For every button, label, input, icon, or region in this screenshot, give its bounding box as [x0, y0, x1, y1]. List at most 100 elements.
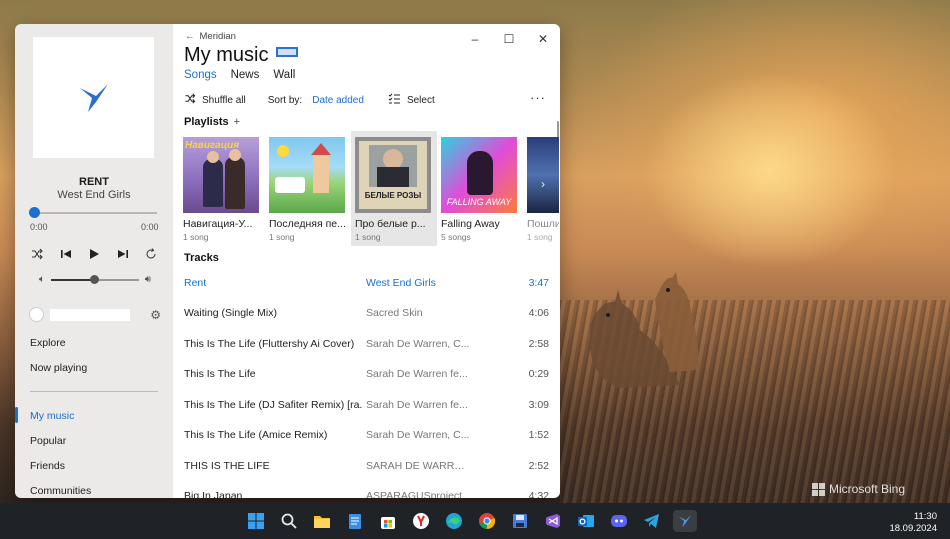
close-icon[interactable]: ✕ [526, 29, 560, 49]
sidebar-divider [30, 391, 158, 392]
track-artist[interactable]: Sarah De Warren, C... [366, 429, 470, 441]
track-row[interactable]: Big In Japan ASPARAGUSproject 4:32 [173, 480, 559, 498]
playlist-card[interactable]: Последняя пе... 1 song [265, 131, 351, 246]
playlist-count: 1 song [269, 232, 295, 242]
meridian-icon[interactable] [673, 510, 697, 532]
track-row-playing[interactable]: Rent West End Girls 3:47 [173, 267, 559, 297]
maximize-icon[interactable]: ☐ [492, 29, 526, 49]
playlist-cover-text: FALLING AWAY [446, 197, 512, 207]
tracks-heading: Tracks [184, 252, 219, 264]
track-artist[interactable]: Sarah De Warren, C... [366, 338, 470, 350]
volume-thumb[interactable] [90, 274, 100, 284]
track-artist[interactable]: ASPARAGUSproject [366, 490, 470, 498]
playlist-cover: БЕЛЫЕ РОЗЫ [355, 137, 431, 213]
track-row[interactable]: This Is The Life (Amice Remix) Sarah De … [173, 419, 559, 449]
sidebar-item-popular[interactable]: Popular [30, 435, 66, 447]
playlist-count: 1 song [527, 232, 553, 242]
visual-studio-icon[interactable] [541, 510, 565, 532]
back-button[interactable]: ← Meridian [185, 31, 236, 42]
album-art [33, 37, 154, 158]
sort-by-label: Sort by: [267, 94, 303, 106]
add-playlist-icon[interactable]: + [234, 116, 240, 128]
playlist-name: Пошли... [527, 218, 559, 230]
playlists-row: Навигация Навигация-У... 1 song Последня… [173, 131, 559, 246]
playlist-card[interactable]: FALLING AWAY Falling Away 5 songs [437, 131, 523, 246]
notepad-icon[interactable] [343, 510, 367, 532]
track-artist[interactable]: Sarah De Warren fe... [366, 368, 470, 380]
outlook-icon[interactable] [574, 510, 598, 532]
shuffle-all-icon [184, 93, 196, 107]
account-name-redacted [50, 308, 130, 321]
volume-max-icon[interactable]: 🔊︎ [145, 274, 151, 285]
track-duration: 4:06 [528, 307, 549, 319]
track-duration: 3:47 [528, 277, 549, 289]
playlist-count: 1 song [355, 232, 381, 242]
settings-gear-icon[interactable]: ⚙ [150, 308, 161, 322]
playlist-name: Последняя пе... [269, 218, 346, 230]
seek-thumb[interactable] [29, 207, 40, 218]
playlist-cover-text: БЕЛЫЕ РОЗЫ [364, 191, 422, 200]
track-row[interactable]: This Is The Life (DJ Safiter Remix) [ra.… [173, 389, 559, 419]
sidebar-item-explore[interactable]: Explore [30, 337, 66, 349]
track-artist[interactable]: Sacred Skin [366, 307, 470, 319]
account-row[interactable]: ⚙ [29, 307, 161, 322]
playlist-card-hovered[interactable]: БЕЛЫЕ РОЗЫ Про белые р... 1 song [351, 131, 437, 246]
taskbar-icons [244, 510, 697, 532]
edge-icon[interactable] [442, 510, 466, 532]
telegram-icon[interactable] [640, 510, 664, 532]
playlist-name: Falling Away [441, 218, 500, 230]
minimize-icon[interactable]: – [458, 29, 492, 49]
sort-by-button[interactable]: Sort by: Date added [268, 95, 364, 106]
track-duration: 2:58 [528, 338, 549, 350]
volume-slider[interactable] [51, 274, 139, 284]
track-artist[interactable]: Sarah De Warren fe... [366, 399, 470, 411]
track-row[interactable]: This Is The Life Sarah De Warren fe... 0… [173, 358, 559, 388]
file-explorer-icon[interactable] [310, 510, 334, 532]
playlist-card-partial[interactable]: › Пошли... 1 song [523, 131, 559, 246]
sidebar-item-my-music[interactable]: My music [30, 410, 74, 422]
discord-icon[interactable] [607, 510, 631, 532]
previous-icon[interactable] [58, 246, 74, 262]
tab-news[interactable]: News [231, 69, 260, 83]
main-pane: ← Meridian – ☐ ✕ My music Songs News Wal… [173, 24, 560, 498]
seek-bar[interactable] [29, 207, 157, 218]
playlist-cover [269, 137, 345, 213]
elapsed-time: 0:00 [30, 222, 48, 232]
repeat-icon[interactable] [143, 246, 159, 262]
track-duration: 1:52 [528, 429, 549, 441]
track-title: THIS IS THE LIFE [184, 460, 270, 472]
track-row[interactable]: Waiting (Single Mix) Sacred Skin 4:06 [173, 297, 559, 327]
shuffle-icon[interactable] [29, 246, 45, 262]
playlist-count: 1 song [183, 232, 209, 242]
more-options-icon[interactable]: ··· [530, 90, 546, 105]
tab-bar: Songs News Wall [184, 69, 295, 83]
track-row[interactable]: THIS IS THE LIFE SARAH DE WARREN... 2:52 [173, 450, 559, 480]
select-label: Select [406, 94, 435, 106]
search-icon[interactable] [277, 510, 301, 532]
volume-mute-icon[interactable]: 🔈︎ [39, 274, 45, 285]
microsoft-store-icon[interactable] [376, 510, 400, 532]
now-playing-pane: RENT West End Girls 0:00 0:00 🔈︎ 🔊︎ ⚙ Ex… [15, 24, 173, 498]
yandex-browser-icon[interactable] [409, 510, 433, 532]
track-title: This Is The Life (DJ Safiter Remix) [ra.… [184, 399, 362, 411]
sidebar-item-friends[interactable]: Friends [30, 460, 65, 472]
playlists-heading: Playlists + [184, 116, 240, 128]
windows-start-icon[interactable] [244, 510, 268, 532]
save-disk-icon[interactable] [508, 510, 532, 532]
chrome-icon[interactable] [475, 510, 499, 532]
sidebar-item-now-playing[interactable]: Now playing [30, 362, 87, 374]
track-artist[interactable]: SARAH DE WARREN... [366, 460, 470, 472]
sidebar-item-communities[interactable]: Communities [30, 485, 91, 497]
tab-wall[interactable]: Wall [273, 69, 295, 83]
avatar[interactable] [29, 307, 44, 322]
back-label: Meridian [199, 31, 236, 42]
tab-songs[interactable]: Songs [184, 69, 217, 83]
track-row[interactable]: This Is The Life (Fluttershy Ai Cover) S… [173, 328, 559, 358]
play-icon[interactable] [86, 246, 102, 262]
taskbar-clock[interactable]: 11:30 18.09.2024 [889, 511, 937, 535]
playlist-card[interactable]: Навигация Навигация-У... 1 song [179, 131, 265, 246]
next-icon[interactable] [115, 246, 131, 262]
shuffle-all-button[interactable]: Shuffle all [184, 93, 246, 107]
track-artist[interactable]: West End Girls [366, 277, 470, 289]
select-button[interactable]: Select [388, 93, 435, 107]
